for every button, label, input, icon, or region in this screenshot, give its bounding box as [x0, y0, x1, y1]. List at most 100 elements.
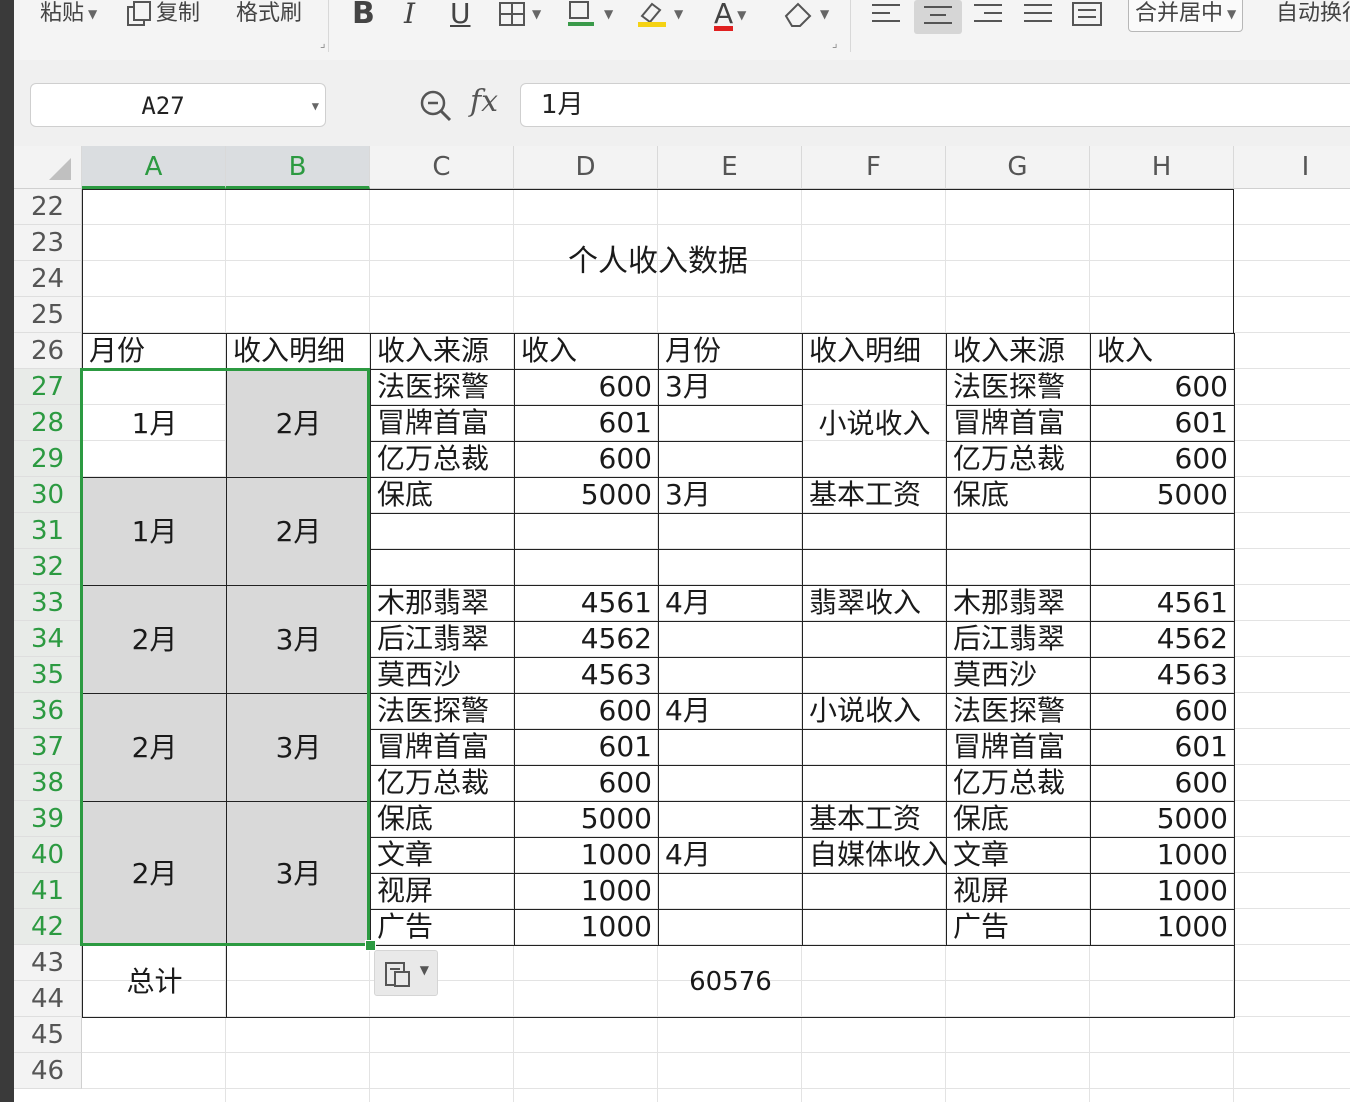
- formula-input[interactable]: 1月: [520, 83, 1350, 127]
- source-cell[interactable]: 保底: [946, 477, 1091, 514]
- month-cell[interactable]: [658, 765, 803, 802]
- source-cell[interactable]: 冒牌首富: [946, 405, 1091, 442]
- source-cell[interactable]: 木那翡翠: [946, 585, 1091, 622]
- amount-cell[interactable]: 600: [514, 765, 659, 802]
- auto-wrap-button[interactable]: 自动换行: [1276, 0, 1350, 30]
- source-cell[interactable]: 冒牌首富: [370, 729, 515, 766]
- header-cell[interactable]: 收入明细: [802, 333, 947, 370]
- amount-cell[interactable]: 5000: [514, 801, 659, 838]
- row-header[interactable]: 33: [14, 585, 82, 621]
- highlight-button[interactable]: ▼: [636, 0, 683, 30]
- amount-cell[interactable]: [514, 549, 659, 586]
- column-header-h[interactable]: H: [1090, 146, 1234, 189]
- month-cell[interactable]: [658, 621, 803, 658]
- row-header[interactable]: 22: [14, 189, 82, 225]
- paste-options-button[interactable]: ▼: [374, 950, 438, 996]
- source-cell[interactable]: 莫西沙: [946, 657, 1091, 694]
- source-cell[interactable]: 保底: [370, 801, 515, 838]
- amount-cell[interactable]: 4562: [1090, 621, 1235, 658]
- source-cell[interactable]: 广告: [370, 909, 515, 946]
- row-header[interactable]: 31: [14, 513, 82, 549]
- amount-cell[interactable]: 5000: [1090, 477, 1235, 514]
- amount-cell[interactable]: 4561: [514, 585, 659, 622]
- column-header-a[interactable]: A: [82, 146, 226, 189]
- source-cell[interactable]: 亿万总裁: [370, 441, 515, 478]
- select-all-button[interactable]: [14, 146, 82, 189]
- detail-merged-cell[interactable]: 3月: [226, 693, 371, 802]
- income-detail-cell[interactable]: 小说收入: [802, 693, 947, 730]
- amount-cell[interactable]: 601: [514, 405, 659, 442]
- income-detail-cell[interactable]: 翡翠收入: [802, 585, 947, 622]
- source-cell[interactable]: 视屏: [946, 873, 1091, 910]
- header-cell[interactable]: 月份: [82, 333, 227, 370]
- zoom-icon[interactable]: [418, 88, 454, 124]
- header-cell[interactable]: 月份: [658, 333, 803, 370]
- row-header[interactable]: 24: [14, 261, 82, 297]
- source-cell[interactable]: 广告: [946, 909, 1091, 946]
- chevron-down-icon[interactable]: ▼: [312, 84, 319, 128]
- amount-cell[interactable]: 600: [514, 369, 659, 406]
- row-header[interactable]: 42: [14, 909, 82, 945]
- income-detail-cell[interactable]: [802, 873, 947, 910]
- fill-handle[interactable]: [365, 940, 376, 951]
- amount-cell[interactable]: [514, 513, 659, 550]
- amount-cell[interactable]: 1000: [1090, 837, 1235, 874]
- row-header[interactable]: 34: [14, 621, 82, 657]
- amount-cell[interactable]: 600: [1090, 441, 1235, 478]
- month-cell[interactable]: [658, 729, 803, 766]
- amount-cell[interactable]: 1000: [514, 873, 659, 910]
- month-cell[interactable]: [658, 873, 803, 910]
- income-detail-cell[interactable]: [802, 729, 947, 766]
- income-detail-cell[interactable]: [802, 765, 947, 802]
- income-detail-cell[interactable]: [802, 513, 947, 550]
- month-cell[interactable]: 3月: [658, 477, 803, 514]
- detail-merged-cell[interactable]: 2月: [226, 369, 371, 478]
- header-cell[interactable]: 收入来源: [370, 333, 515, 370]
- row-header[interactable]: 44: [14, 981, 82, 1017]
- header-cell[interactable]: 收入: [1090, 333, 1235, 370]
- amount-cell[interactable]: 4562: [514, 621, 659, 658]
- header-cell[interactable]: 收入明细: [226, 333, 371, 370]
- align-right-button[interactable]: [972, 0, 1004, 30]
- header-cell[interactable]: 收入: [514, 333, 659, 370]
- income-detail-cell[interactable]: [802, 909, 947, 946]
- amount-cell[interactable]: 1000: [514, 837, 659, 874]
- month-cell[interactable]: [658, 801, 803, 838]
- copy-button[interactable]: 复制: [126, 0, 200, 30]
- row-header[interactable]: 25: [14, 297, 82, 333]
- fill-color-button[interactable]: ▼: [566, 0, 613, 30]
- amount-cell[interactable]: 601: [514, 729, 659, 766]
- amount-cell[interactable]: [1090, 549, 1235, 586]
- month-cell[interactable]: [658, 441, 803, 478]
- bold-button[interactable]: B: [352, 0, 375, 30]
- amount-cell[interactable]: 600: [514, 693, 659, 730]
- source-cell[interactable]: [946, 549, 1091, 586]
- row-header[interactable]: 27: [14, 369, 82, 405]
- column-header-d[interactable]: D: [514, 146, 658, 189]
- month-cell[interactable]: 4月: [658, 585, 803, 622]
- month-cell[interactable]: [658, 549, 803, 586]
- align-center-button[interactable]: [914, 0, 962, 34]
- italic-button[interactable]: I: [404, 0, 415, 30]
- amount-cell[interactable]: 601: [1090, 405, 1235, 442]
- row-header[interactable]: 23: [14, 225, 82, 261]
- income-detail-cell[interactable]: [802, 657, 947, 694]
- source-cell[interactable]: 法医探警: [370, 693, 515, 730]
- source-cell[interactable]: 法医探警: [946, 693, 1091, 730]
- amount-cell[interactable]: 4563: [514, 657, 659, 694]
- column-header-f[interactable]: F: [802, 146, 946, 189]
- source-cell[interactable]: 亿万总裁: [370, 765, 515, 802]
- amount-cell[interactable]: 5000: [514, 477, 659, 514]
- paste-button[interactable]: 粘贴 ▼: [40, 0, 97, 30]
- month-merged-cell[interactable]: 2月: [82, 693, 227, 802]
- format-painter-button[interactable]: 格式刷: [236, 0, 302, 30]
- income-detail-merged-cell[interactable]: 小说收入: [802, 369, 947, 478]
- clear-format-button[interactable]: ▼: [782, 0, 829, 30]
- dialog-launcher-icon[interactable]: ⌟: [320, 36, 326, 50]
- row-header[interactable]: 45: [14, 1017, 82, 1053]
- source-cell[interactable]: 文章: [370, 837, 515, 874]
- amount-cell[interactable]: 600: [1090, 693, 1235, 730]
- source-cell[interactable]: 后江翡翠: [370, 621, 515, 658]
- name-box[interactable]: A27 ▼: [30, 83, 326, 127]
- amount-cell[interactable]: 5000: [1090, 801, 1235, 838]
